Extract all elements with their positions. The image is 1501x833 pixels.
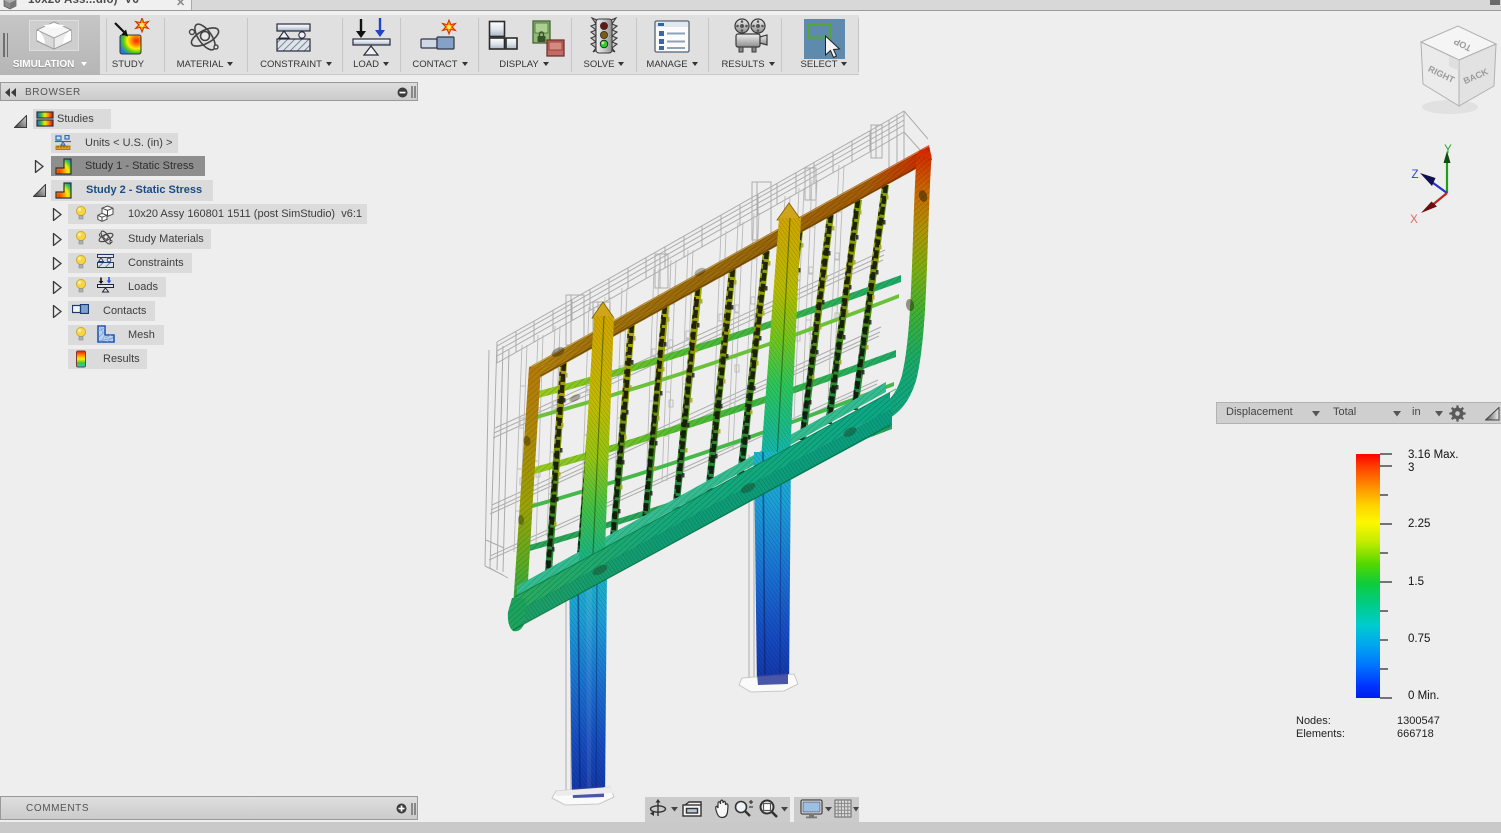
svg-text:X: X xyxy=(1410,214,1418,226)
svg-text:Z: Z xyxy=(1411,169,1418,181)
svg-text:Y: Y xyxy=(1444,144,1452,156)
